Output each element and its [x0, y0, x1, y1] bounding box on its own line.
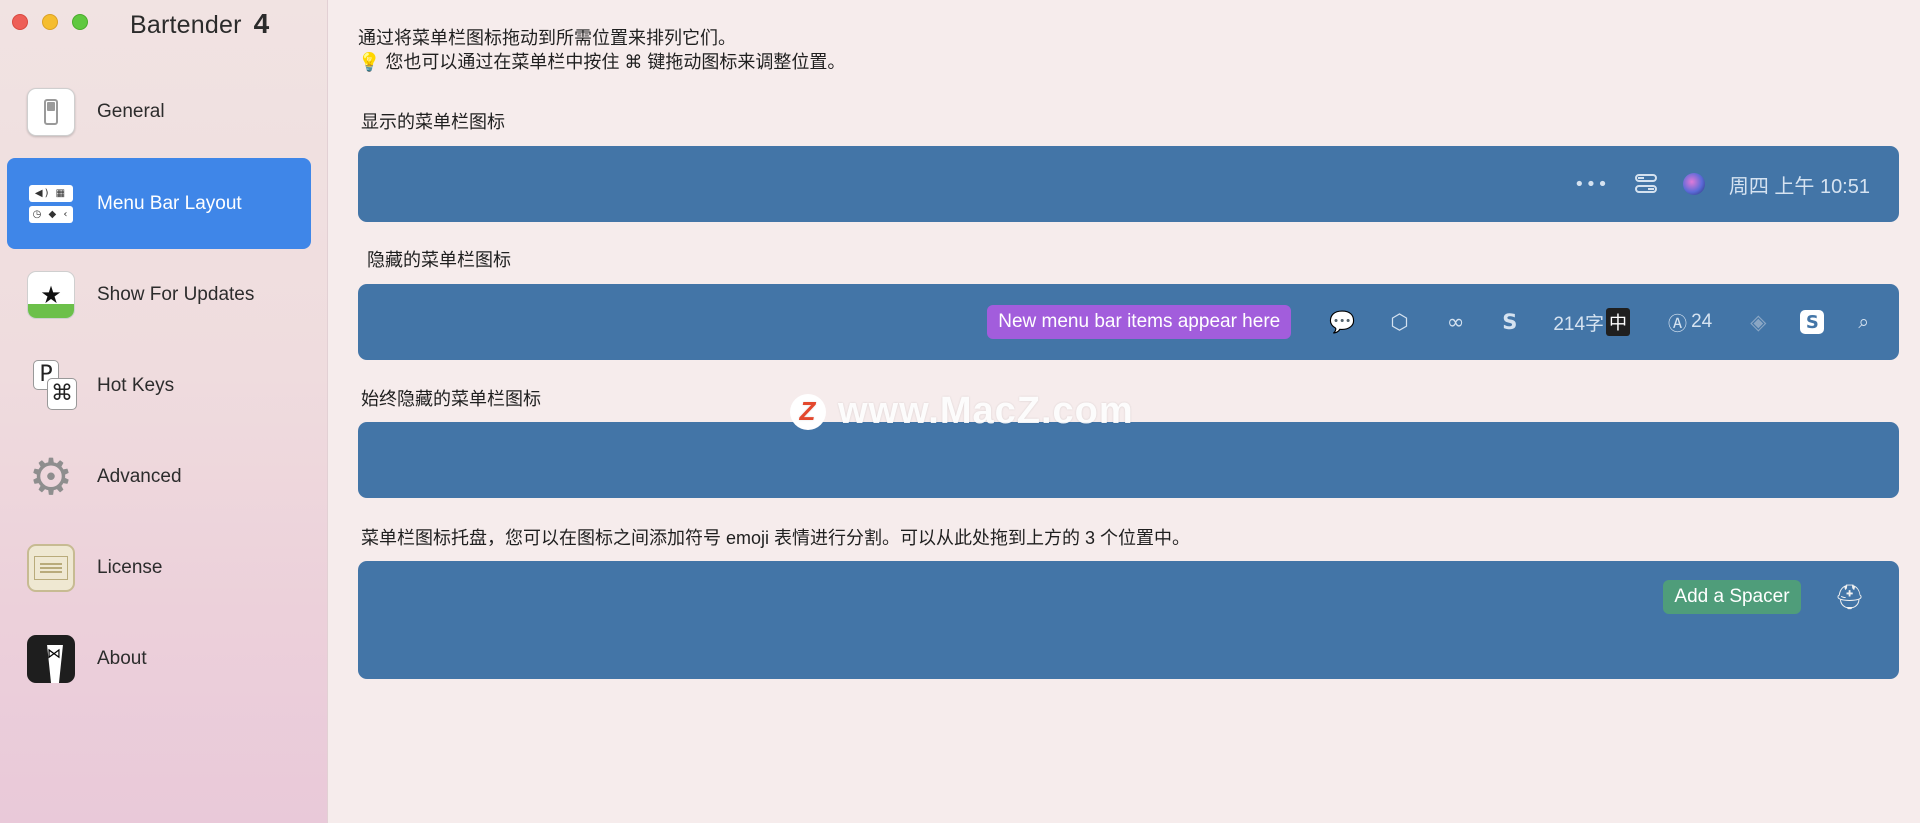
sidebar-item-label: Advanced [97, 465, 182, 487]
s-box-icon[interactable]: S [1800, 304, 1825, 340]
app-version: 4 [253, 8, 270, 39]
minimize-window-button[interactable] [42, 14, 58, 30]
instruction-tip: 💡 您也可以通过在菜单栏中按住 ⌘ 键拖动图标来调整位置。 [358, 52, 846, 72]
zoom-window-button[interactable] [72, 14, 88, 30]
gear-icon: ⚙ [28, 447, 74, 506]
sidebar-item-show-for-updates[interactable]: ★ Show For Updates [7, 249, 311, 340]
chat-bubble-icon[interactable]: 💬 [1329, 304, 1355, 340]
sidebar-item-menu-bar-layout[interactable]: ◀) ▦ ◷ ◆ ‹ Menu Bar Layout [7, 158, 311, 249]
control-center-icon[interactable] [1634, 166, 1657, 202]
bartender-hat-icon[interactable]: ⛑ [1835, 583, 1865, 611]
creative-cloud-icon[interactable]: ∞ [1447, 304, 1465, 340]
app-name: Bartender [130, 11, 242, 39]
menu-bar-clock[interactable]: 周四 上午 10:51 [1729, 170, 1870, 199]
input-method-icon[interactable]: 214字中 [1553, 308, 1631, 336]
watermark-text: www.MacZ.com [838, 390, 1134, 432]
watermark-logo-icon: Z [790, 393, 826, 430]
app-title: Bartender 4 [130, 8, 269, 40]
sidebar-item-label: About [97, 647, 147, 669]
siri-icon[interactable] [1682, 166, 1705, 202]
sidebar-item-advanced[interactable]: ⚙ Advanced [7, 431, 311, 522]
wifi-icon[interactable]: ◈ [1750, 304, 1766, 340]
new-items-marker[interactable]: New menu bar items appear here [987, 305, 1292, 339]
hidden-section-label: 隐藏的菜单栏图标 [367, 250, 511, 270]
always-hidden-section-label: 始终隐藏的菜单栏图标 [361, 389, 541, 409]
certificate-icon [27, 543, 75, 592]
add-spacer-button[interactable]: Add a Spacer [1663, 580, 1801, 614]
tray-panel[interactable]: Add a Spacer ⛑ [358, 561, 1899, 679]
sidebar-item-general[interactable]: General [7, 66, 311, 157]
app-store-icon[interactable]: Ⓐ 24 [1668, 309, 1712, 336]
sidebar-item-label: General [97, 100, 165, 122]
s-logo-icon[interactable]: S [1502, 304, 1517, 340]
sidebar-item-label: Show For Updates [97, 283, 255, 305]
sidebar-item-label: Menu Bar Layout [97, 192, 242, 214]
watermark: Z www.MacZ.com [790, 390, 1134, 433]
command-key-icon: P ⌘ [27, 359, 77, 410]
shown-items-panel[interactable]: ••• 周四 上午 10:51 [358, 146, 1899, 222]
ime-badge: 中 [1606, 308, 1631, 336]
sidebar-item-hot-keys[interactable]: P ⌘ Hot Keys [7, 340, 311, 431]
tray-section-label: 菜单栏图标托盘，您可以在图标之间添加符号 emoji 表情进行分割。可以从此处拖… [361, 528, 1191, 548]
sidebar-item-about[interactable]: ⋈ About [7, 613, 311, 704]
sidebar-item-license[interactable]: License [7, 522, 311, 613]
menu-bar-layout-icon: ◀) ▦ ◷ ◆ ‹ [27, 179, 75, 228]
instructions: 通过将菜单栏图标拖动到所需位置来排列它们。 💡 您也可以通过在菜单栏中按住 ⌘ … [358, 26, 845, 74]
always-hidden-items-panel[interactable] [358, 422, 1899, 498]
sidebar: Bartender 4 General ◀) ▦ ◷ ◆ ‹ Menu Bar L… [0, 0, 328, 823]
shown-section-label: 显示的菜单栏图标 [361, 112, 505, 132]
sidebar-item-label: Hot Keys [97, 374, 175, 396]
update-count: 24 [1691, 311, 1713, 332]
general-switch-icon [27, 87, 75, 136]
star-icon: ★ [27, 270, 75, 319]
main-content: 通过将菜单栏图标拖动到所需位置来排列它们。 💡 您也可以通过在菜单栏中按住 ⌘ … [327, 0, 1920, 823]
instruction-line: 通过将菜单栏图标拖动到所需位置来排列它们。 [358, 28, 736, 48]
more-dots-icon[interactable]: ••• [1574, 166, 1609, 202]
search-icon[interactable]: ⌕ [1858, 304, 1869, 340]
tuxedo-icon: ⋈ [27, 634, 75, 683]
hidden-items-panel[interactable]: New menu bar items appear here 💬 ⬡ ∞ S 2… [358, 284, 1899, 360]
sidebar-item-label: License [97, 556, 163, 578]
word-count-text: 214字 [1553, 313, 1605, 335]
cube-icon[interactable]: ⬡ [1390, 304, 1408, 340]
close-window-button[interactable] [12, 14, 28, 30]
